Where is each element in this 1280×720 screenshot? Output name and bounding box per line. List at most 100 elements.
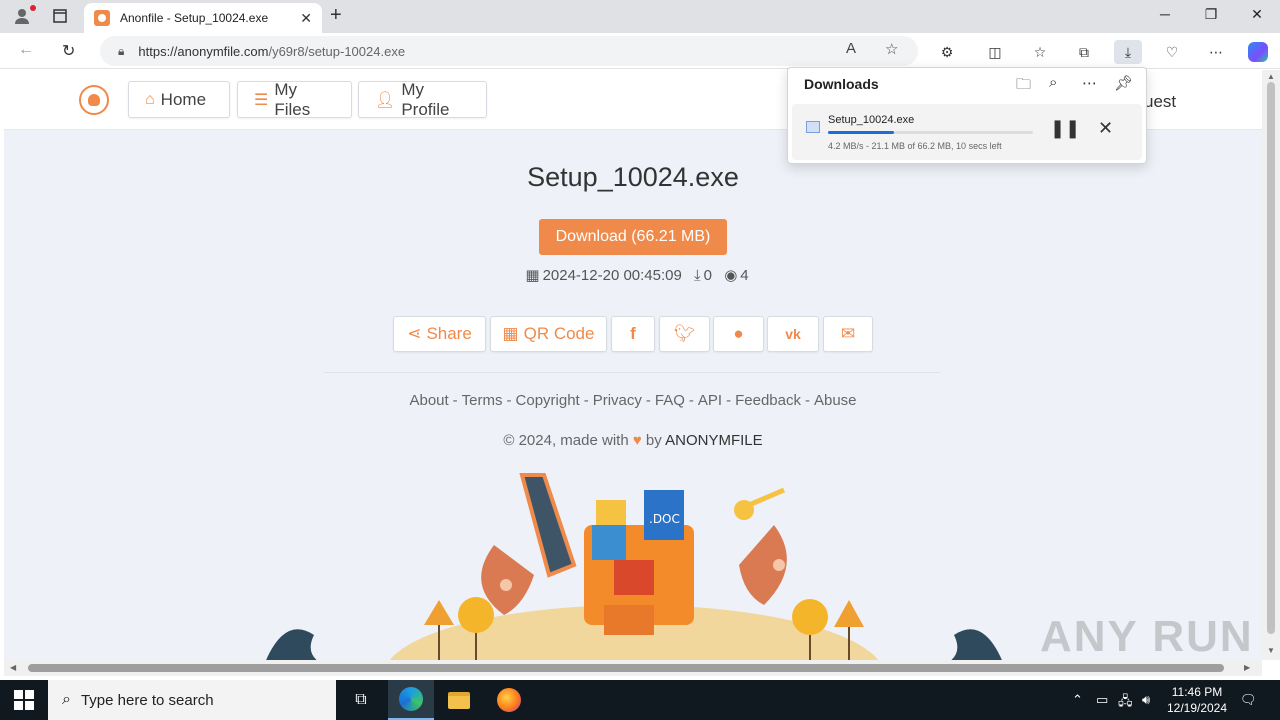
copilot-icon[interactable] (1244, 40, 1272, 64)
footer-link-api[interactable]: API (698, 392, 722, 409)
home-label: Home (160, 89, 207, 109)
list-icon: ☰ (254, 91, 269, 109)
file-meta: ▦ 2024-12-20 00:45:09 ⤓ 0 ◉ 4 (4, 266, 1262, 284)
split-screen-icon[interactable]: ◫ (981, 40, 1009, 64)
footer-link-about[interactable]: About (409, 392, 448, 409)
octopus-chest-illustration: .DOC (266, 473, 1002, 660)
footer-link-privacy[interactable]: Privacy (593, 392, 642, 409)
favorite-star-icon[interactable]: ☆ (885, 40, 898, 58)
tab-bar: Anonfile - Setup_10024.exe ✕ + ─ ❐ ✕ (0, 0, 1280, 33)
refresh-icon[interactable]: ↻ (62, 41, 75, 61)
email-share-button[interactable]: ✉ (823, 316, 873, 352)
pause-icon[interactable]: ❚❚ (1050, 118, 1080, 139)
my-profile-label: My Profile (401, 79, 450, 119)
facebook-icon: f (630, 324, 636, 343)
collections-icon[interactable]: ⧉ (1070, 40, 1098, 64)
share-icon: ⋖ (407, 324, 422, 343)
home-button[interactable]: ⌂ Home (128, 81, 230, 118)
scroll-right-icon[interactable]: ▶ (1244, 663, 1250, 672)
taskbar: ⌕ Type here to search ⧉ ⌃ ▭ 🖧︎ 🔊︎ 11:46 … (0, 680, 1280, 720)
download-count-icon: ⤓ (694, 267, 701, 284)
reddit-icon: ● (733, 324, 744, 343)
show-hidden-icons[interactable]: ⌃ (1072, 692, 1083, 708)
open-folder-icon[interactable]: 🗀︎ (1016, 74, 1031, 99)
close-window-icon[interactable]: ✕ (1242, 6, 1272, 23)
copyright: © 2024, made with ♥ by ANONYMFILE (4, 432, 1262, 449)
search-downloads-icon[interactable]: ⌕ (1049, 74, 1057, 91)
vertical-scroll-thumb[interactable] (1267, 82, 1275, 634)
taskbar-clock[interactable]: 11:46 PM 12/19/2024 (1160, 684, 1234, 716)
site-logo[interactable] (79, 85, 109, 115)
download-count: 0 (703, 267, 713, 284)
twitter-icon: 🐦︎ (673, 324, 696, 343)
qr-code-button[interactable]: ▦ QR Code (490, 316, 607, 352)
my-files-button[interactable]: ☰ My Files (237, 79, 352, 119)
my-profile-button[interactable]: 👤︎ My Profile (358, 79, 487, 119)
download-filename: Setup_10024.exe (828, 114, 915, 126)
anyrun-watermark: ANY RUN (1040, 612, 1254, 661)
cancel-download-icon[interactable]: ✕ (1098, 118, 1113, 139)
read-aloud-icon[interactable]: A (846, 40, 856, 57)
edge-taskbar-icon[interactable] (388, 680, 434, 720)
file-explorer-icon[interactable] (436, 680, 482, 720)
footer-link-faq[interactable]: FAQ (655, 392, 685, 409)
favorites-icon[interactable]: ☆ (1026, 40, 1054, 64)
reddit-share-button[interactable]: ● (713, 316, 764, 352)
share-button[interactable]: ⋖ Share (393, 316, 486, 352)
clock-date: 12/19/2024 (1166, 701, 1228, 715)
vk-share-button[interactable]: vk (767, 316, 819, 352)
download-progress-bar (828, 131, 1033, 134)
more-menu-icon[interactable]: ⋯ (1202, 40, 1230, 64)
horizontal-scroll-thumb[interactable] (28, 664, 1224, 672)
calendar-icon: ▦ (525, 267, 540, 284)
footer-link-copyright[interactable]: Copyright (516, 392, 580, 409)
windows-start-icon[interactable] (14, 690, 34, 710)
download-item[interactable]: Setup_10024.exe 4.2 MB/s - 21.1 MB of 66… (792, 104, 1142, 160)
firefox-icon[interactable] (486, 680, 532, 720)
facebook-share-button[interactable]: f (611, 316, 655, 352)
download-button[interactable]: Download (66.21 MB) (539, 219, 727, 255)
battery-icon[interactable]: ▭ (1096, 692, 1108, 708)
browser-tab[interactable]: Anonfile - Setup_10024.exe ✕ (84, 3, 322, 33)
pin-icon[interactable]: 📌︎ (1114, 74, 1133, 92)
footer-link-terms[interactable]: Terms (462, 392, 503, 409)
task-view-icon[interactable]: ⧉ (338, 680, 384, 720)
taskbar-search[interactable]: ⌕ Type here to search (48, 680, 336, 720)
footer-link-feedback[interactable]: Feedback (735, 392, 801, 409)
new-tab-icon[interactable]: + (330, 4, 342, 27)
file-title: Setup_10024.exe (527, 162, 739, 192)
lock-icon: 🔒︎ (118, 43, 125, 58)
tab-actions-icon[interactable] (48, 5, 72, 27)
network-icon[interactable]: 🖧︎ (1118, 692, 1133, 714)
my-files-label: My Files (274, 79, 311, 119)
twitter-share-button[interactable]: 🐦︎ (659, 316, 710, 352)
minimize-icon[interactable]: ─ (1150, 6, 1180, 22)
guest-label[interactable]: uest (1144, 92, 1176, 112)
qr-label: QR Code (523, 324, 595, 343)
copyright-brand[interactable]: ANONYMFILE (665, 432, 763, 449)
scroll-up-icon[interactable]: ▲ (1267, 72, 1275, 81)
horizontal-scrollbar[interactable]: ◀ ▶ (4, 660, 1262, 676)
restore-icon[interactable]: ❐ (1196, 6, 1226, 23)
footer-link-abuse[interactable]: Abuse (814, 392, 857, 409)
downloads-more-icon[interactable]: ⋯ (1082, 74, 1097, 92)
downloads-icon[interactable]: ⤓ (1114, 40, 1142, 64)
notifications-icon[interactable]: 🗨︎ (1240, 692, 1257, 708)
browser-essentials-icon[interactable]: ♡ (1158, 40, 1186, 64)
url-path: /y69r8/setup-10024.exe (268, 43, 406, 59)
url-host: https://anonymfile.com (138, 43, 269, 59)
volume-icon[interactable]: 🔊︎ (1142, 692, 1150, 708)
scroll-left-icon[interactable]: ◀ (10, 663, 16, 672)
vertical-scrollbar[interactable]: ▲ ▼ (1262, 70, 1280, 660)
downloads-panel: Downloads 🗀︎ ⌕ ⋯ 📌︎ Setup_10024.exe 4.2 … (787, 67, 1147, 164)
back-icon[interactable]: ← (18, 41, 34, 59)
file-icon (806, 121, 820, 133)
copyright-prefix: © 2024, made with (503, 432, 629, 449)
extensions-icon[interactable]: ⚙ (933, 40, 961, 64)
scroll-down-icon[interactable]: ▼ (1267, 646, 1275, 655)
url-field[interactable]: 🔒︎ https://anonymfile.com/y69r8/setup-10… (100, 36, 918, 66)
close-tab-icon[interactable]: ✕ (300, 10, 312, 27)
view-count-icon: ◉ (724, 267, 738, 284)
home-icon: ⌂ (145, 90, 155, 108)
vk-icon: vk (785, 326, 801, 342)
